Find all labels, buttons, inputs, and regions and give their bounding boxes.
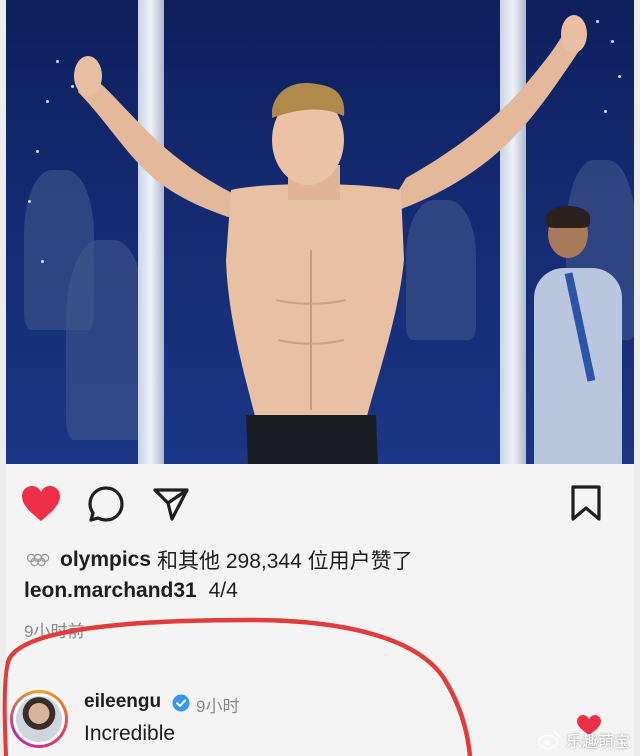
weibo-watermark: 乐趣萌宝 bbox=[538, 728, 630, 752]
likes-user-link[interactable]: olympics bbox=[60, 548, 151, 572]
caption-text: 4/4 bbox=[208, 579, 238, 602]
comment-username[interactable]: eileengu bbox=[84, 691, 161, 713]
post-timestamp: 9小时前 bbox=[24, 622, 85, 641]
share-icon[interactable] bbox=[152, 486, 190, 522]
comment-timestamp: 9小时 bbox=[196, 697, 240, 716]
post-caption: leon.marchand31 4/4 bbox=[24, 579, 238, 603]
heart-icon[interactable] bbox=[20, 484, 62, 524]
swimmer-figure bbox=[74, 15, 587, 464]
watermark-text: 乐趣萌宝 bbox=[566, 734, 631, 751]
bookmark-icon[interactable] bbox=[569, 484, 603, 522]
comment-text: Incredible bbox=[84, 722, 176, 745]
avatar[interactable] bbox=[10, 690, 68, 748]
weibo-icon bbox=[538, 732, 560, 750]
caption-username[interactable]: leon.marchand31 bbox=[24, 579, 197, 602]
olympic-rings-icon bbox=[26, 553, 50, 567]
post-photo[interactable] bbox=[6, 0, 634, 464]
likes-summary[interactable]: olympics 和其他 298,344 位用户赞了 bbox=[26, 546, 413, 574]
likes-count-text: 和其他 298,344 位用户赞了 bbox=[157, 550, 413, 573]
verified-icon bbox=[172, 694, 190, 712]
comment-icon[interactable] bbox=[87, 485, 125, 523]
